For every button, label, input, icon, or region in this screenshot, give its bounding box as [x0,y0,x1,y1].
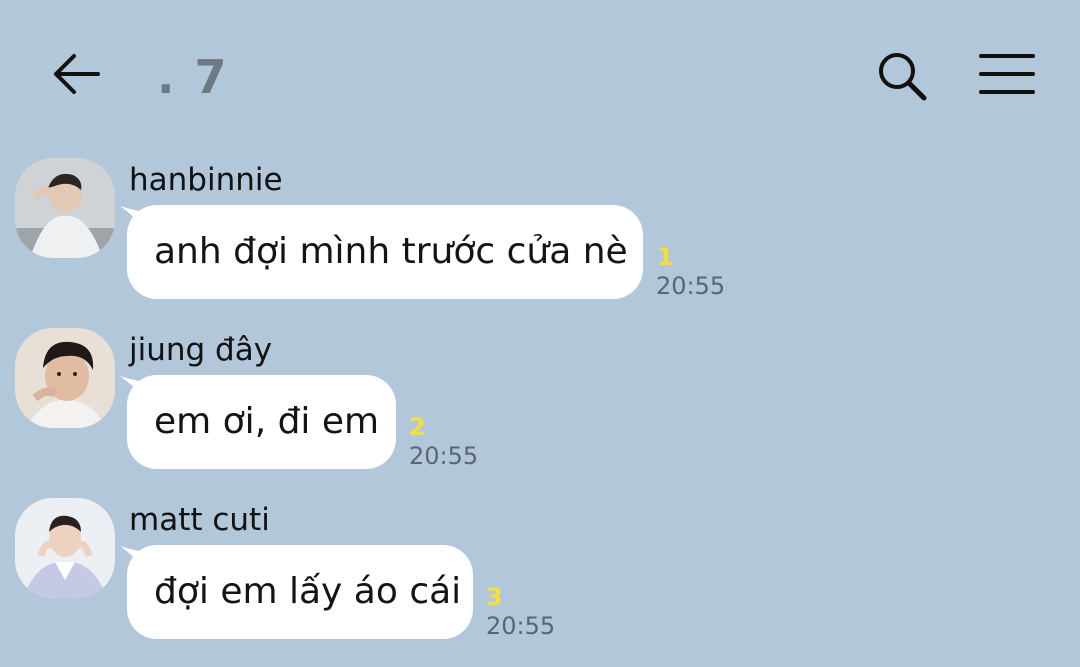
message-bubble[interactable]: đợi em lấy áo cái [127,545,473,639]
avatar[interactable] [15,498,115,598]
avatar-photo-icon [15,328,115,428]
sender-name: hanbinnie [129,162,283,198]
unread-count: 2 [409,413,426,441]
avatar[interactable] [15,328,115,428]
message-bubble[interactable]: em ơi, đi em [127,375,396,469]
unread-count: 3 [486,583,503,611]
message-time: 20:55 [409,442,479,470]
unread-count: 1 [657,243,674,271]
avatar-photo-icon [15,158,115,258]
chat-screen: . 7 hanbinnie anh đợi mình trước cửa nè … [0,0,1080,667]
sender-name: matt cuti [129,502,270,538]
sender-name: jiung đây [129,332,273,368]
message-time: 20:55 [486,612,556,640]
avatar-photo-icon [15,498,115,598]
message-bubble[interactable]: anh đợi mình trước cửa nè [127,205,643,299]
message-row: matt cuti đợi em lấy áo cái 3 20:55 [0,0,1080,640]
message-time: 20:55 [656,272,726,300]
avatar[interactable] [15,158,115,258]
